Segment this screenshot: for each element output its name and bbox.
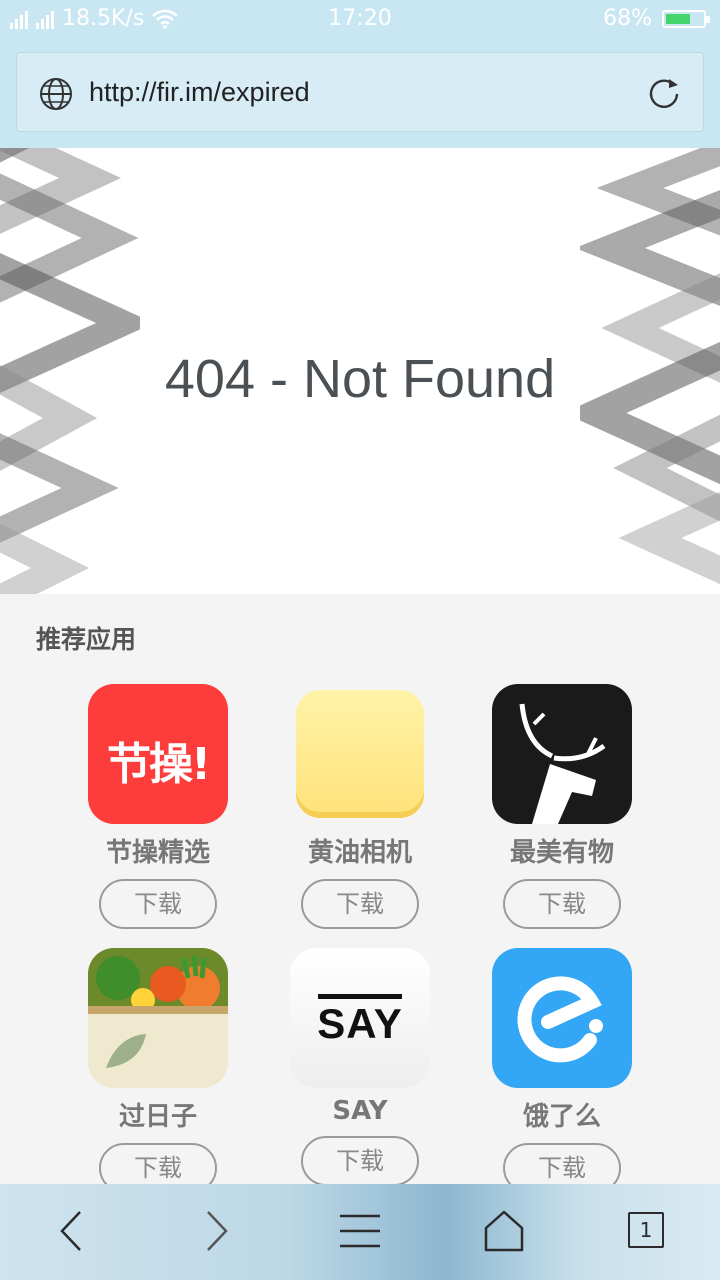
tabs-button[interactable]: 1	[628, 1212, 664, 1248]
download-button[interactable]: 下载	[301, 1136, 419, 1186]
app-name: SAY	[332, 1096, 388, 1126]
app-card[interactable]: 黄油相机 下载	[260, 684, 460, 929]
app-card[interactable]: 饿了么 下载	[462, 948, 662, 1193]
app-card[interactable]: 节操! 节操精选 下载	[58, 684, 258, 929]
address-bar[interactable]: http://fir.im/expired	[16, 52, 704, 132]
download-button[interactable]: 下载	[301, 879, 419, 929]
globe-icon	[40, 78, 72, 110]
app-name: 节操精选	[105, 838, 210, 868]
app-name: 最美有物	[509, 838, 614, 868]
error-content: 404 - Not Found	[0, 148, 720, 594]
app-card[interactable]: SAY SAY 下载	[260, 948, 460, 1186]
food-jar-icon	[88, 948, 228, 1068]
app-card[interactable]: 过日子 下载	[58, 948, 258, 1193]
app-icon-guorizi[interactable]	[88, 948, 228, 1088]
app-icon-text: SAY	[317, 1000, 403, 1047]
app-icon-eleme[interactable]	[492, 948, 632, 1088]
download-button[interactable]: 下载	[503, 879, 621, 929]
app-icon-say[interactable]: SAY	[290, 948, 430, 1088]
app-name: 饿了么	[522, 1102, 601, 1132]
error-message: 404 - Not Found	[164, 349, 556, 409]
app-icon-jiecao[interactable]: 节操!	[88, 684, 228, 824]
url-text[interactable]: http://fir.im/expired	[89, 77, 310, 108]
back-icon[interactable]	[52, 1206, 92, 1256]
menu-icon[interactable]	[338, 1206, 382, 1256]
reload-icon[interactable]	[645, 75, 683, 113]
app-name: 过日子	[118, 1102, 197, 1132]
address-bar-container: http://fir.im/expired	[0, 38, 720, 148]
download-button[interactable]: 下载	[99, 879, 217, 929]
butter-icon	[296, 690, 424, 818]
status-bar: 18.5K/s 17:20 68%	[0, 0, 720, 38]
forward-icon[interactable]	[196, 1206, 236, 1256]
app-icon-huangyou[interactable]	[290, 684, 430, 824]
app-card[interactable]: 最美有物 下载	[462, 684, 662, 929]
eleme-logo-icon	[517, 976, 603, 1063]
bottom-navbar: 1	[0, 1184, 720, 1280]
deer-icon	[519, 703, 606, 824]
home-icon[interactable]	[482, 1206, 526, 1256]
recommend-section: 推荐应用 节操! 节操精选 下载 黄油相机 下载 最美有物 下载 过日子 下载 …	[0, 594, 720, 1193]
battery-fill	[666, 13, 691, 24]
app-name: 黄油相机	[307, 838, 412, 868]
app-icon-text: 节操!	[106, 739, 211, 790]
app-icon-zuimei[interactable]	[492, 684, 632, 824]
battery-icon	[662, 9, 710, 28]
battery-percent: 68%	[603, 6, 652, 31]
section-title: 推荐应用	[36, 625, 137, 654]
say-logo-bar	[318, 994, 402, 999]
status-right: 68%	[603, 6, 710, 31]
